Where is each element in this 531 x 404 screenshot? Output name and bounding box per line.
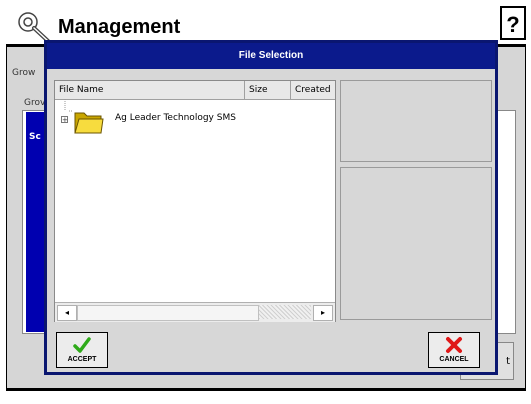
folder-icon [74,112,104,134]
scroll-right-arrow-icon[interactable]: ▸ [313,305,333,321]
tree-item-folder[interactable]: + Ag Leader Technology SMS [55,99,335,141]
scroll-left-arrow-icon[interactable]: ◂ [57,305,77,321]
tree-connector [64,99,73,112]
cancel-button[interactable]: CANCEL [428,332,480,368]
selected-list-item-label: Sc [29,132,41,142]
wrench-icon [18,12,50,43]
column-headers: File Name Size Created [55,81,335,100]
group-label: Grov [24,98,46,108]
cancel-label: CANCEL [439,356,469,363]
checkmark-icon [73,337,91,353]
horizontal-scrollbar[interactable]: ◂ ▸ [55,302,335,322]
scroll-track[interactable] [259,305,311,319]
preview-panel-bottom [340,167,492,320]
preview-panel-top [340,80,492,162]
page-title: Management [58,16,181,38]
file-selection-dialog: File Selection File Name Size Created + … [44,40,498,375]
tree-expander[interactable]: + [61,116,68,124]
tree-item-label: Ag Leader Technology SMS [115,113,236,123]
column-file-name[interactable]: File Name [55,81,245,99]
scroll-thumb[interactable] [77,305,259,321]
dialog-title: File Selection [47,43,495,69]
accept-button[interactable]: ACCEPT [56,332,108,368]
help-button[interactable]: ? [500,6,526,40]
accept-label: ACCEPT [67,356,97,363]
file-tree: File Name Size Created + Ag Leader Techn… [54,80,336,322]
close-icon [446,337,462,353]
grower-label: Grow [12,68,36,78]
column-size[interactable]: Size [245,81,291,99]
column-created[interactable]: Created [291,81,335,99]
